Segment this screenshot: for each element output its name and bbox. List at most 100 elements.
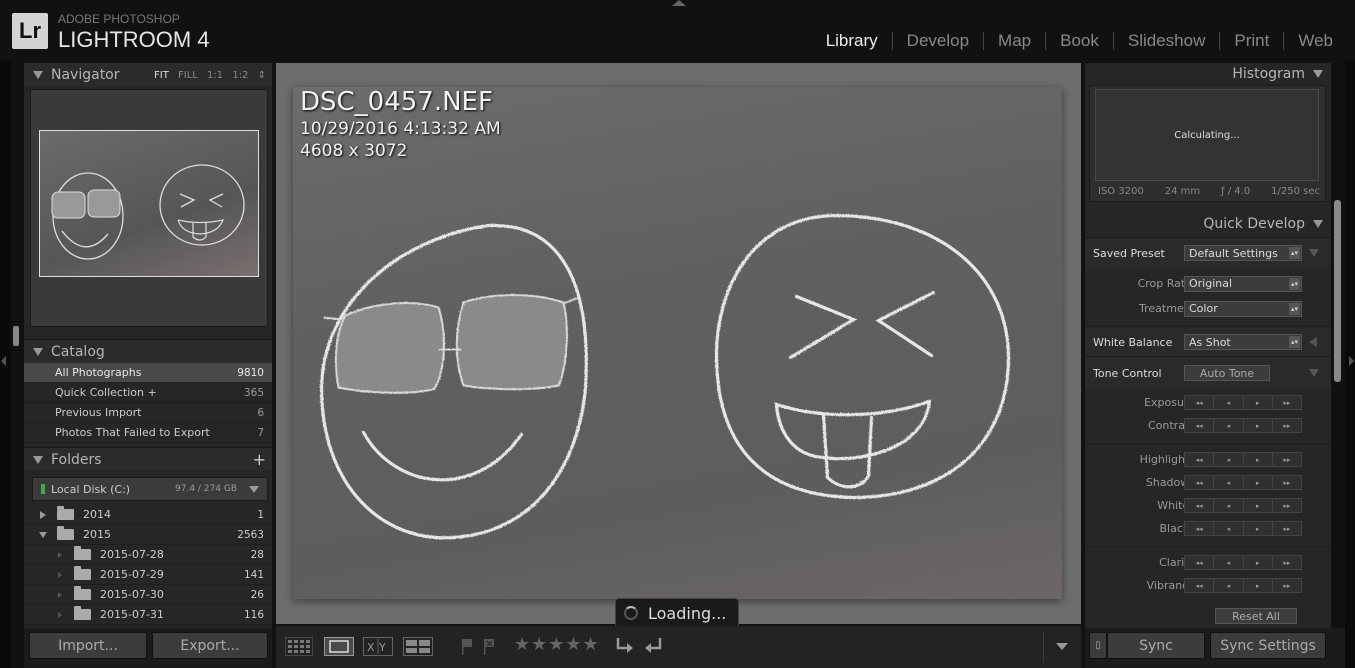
- flag-reject-icon[interactable]: [481, 637, 497, 660]
- zoom-1-1[interactable]: 1:1: [207, 70, 223, 81]
- zoom-fill[interactable]: FILL: [178, 70, 198, 81]
- reset-all-button[interactable]: Reset All: [1215, 608, 1297, 624]
- histogram-header[interactable]: Histogram: [1085, 63, 1331, 85]
- crop-ratio-select[interactable]: Original ▴▾: [1184, 275, 1302, 292]
- decrease-small-icon[interactable]: ◂: [1214, 579, 1244, 592]
- increase-large-icon[interactable]: ▸▸: [1272, 453, 1301, 466]
- export-button[interactable]: Export...: [152, 632, 268, 659]
- increase-small-icon[interactable]: ▸: [1243, 419, 1273, 432]
- disclosure-icon[interactable]: [1309, 337, 1317, 347]
- catalog-item[interactable]: All Photographs 9810: [24, 363, 272, 383]
- decrease-large-icon[interactable]: ◂◂: [1185, 579, 1215, 592]
- loupe-view-icon[interactable]: [324, 637, 354, 660]
- left-scrollbar[interactable]: [13, 326, 19, 346]
- increase-small-icon[interactable]: ▸: [1243, 522, 1273, 535]
- decrease-large-icon[interactable]: ◂◂: [1185, 522, 1215, 535]
- sync-button[interactable]: Sync: [1107, 632, 1205, 659]
- increase-small-icon[interactable]: ▸: [1243, 499, 1273, 512]
- sync-settings-button[interactable]: Sync Settings: [1210, 632, 1326, 659]
- folder-row[interactable]: 2015 2563: [24, 525, 272, 545]
- right-scrollbar[interactable]: [1334, 200, 1341, 382]
- folder-row[interactable]: 2015-07-29 141: [24, 565, 272, 585]
- decrease-small-icon[interactable]: ◂: [1214, 419, 1244, 432]
- decrease-large-icon[interactable]: ◂◂: [1185, 476, 1215, 489]
- decrease-large-icon[interactable]: ◂◂: [1185, 556, 1215, 569]
- collapse-icon[interactable]: [33, 71, 43, 79]
- module-print[interactable]: Print: [1219, 32, 1283, 50]
- folders-header[interactable]: Folders +: [24, 447, 272, 471]
- increase-small-icon[interactable]: ▸: [1243, 476, 1273, 489]
- folder-row[interactable]: 2014 1: [24, 505, 272, 525]
- disclosure-icon[interactable]: [1309, 249, 1319, 257]
- saved-preset-select[interactable]: Default Settings ▴▾: [1184, 245, 1302, 261]
- folder-row[interactable]: 2015-07-28 28: [24, 545, 272, 565]
- decrease-small-icon[interactable]: ◂: [1214, 499, 1244, 512]
- zoom-fit[interactable]: FIT: [154, 70, 169, 81]
- decrease-large-icon[interactable]: ◂◂: [1185, 453, 1215, 466]
- module-web[interactable]: Web: [1283, 32, 1347, 50]
- decrease-small-icon[interactable]: ◂: [1214, 476, 1244, 489]
- increase-small-icon[interactable]: ▸: [1243, 579, 1273, 592]
- chevron-down-icon[interactable]: [249, 485, 259, 493]
- survey-view-icon[interactable]: [403, 637, 433, 660]
- catalog-item[interactable]: Quick Collection + 365: [24, 383, 272, 403]
- main-photo[interactable]: DSC_0457.NEF 10/29/2016 4:13:32 AM 4608 …: [293, 87, 1062, 599]
- add-folder-icon[interactable]: +: [253, 450, 266, 469]
- increase-large-icon[interactable]: ▸▸: [1272, 419, 1301, 432]
- decrease-small-icon[interactable]: ◂: [1214, 396, 1244, 409]
- increase-small-icon[interactable]: ▸: [1243, 396, 1273, 409]
- zoom-1-2[interactable]: 1:2: [232, 70, 248, 81]
- module-library[interactable]: Library: [812, 32, 892, 50]
- increase-large-icon[interactable]: ▸▸: [1272, 476, 1301, 489]
- right-panel-toggle-icon[interactable]: [1349, 356, 1354, 366]
- decrease-large-icon[interactable]: ◂◂: [1185, 396, 1215, 409]
- catalog-item[interactable]: Previous Import 6: [24, 403, 272, 423]
- increase-large-icon[interactable]: ▸▸: [1272, 556, 1301, 569]
- top-panel-toggle[interactable]: [672, 0, 686, 6]
- flag-pick-icon[interactable]: [459, 637, 475, 660]
- decrease-large-icon[interactable]: ◂◂: [1185, 499, 1215, 512]
- increase-large-icon[interactable]: ▸▸: [1272, 396, 1301, 409]
- collapse-icon[interactable]: [39, 531, 47, 538]
- navigator-thumbnail[interactable]: [39, 130, 259, 277]
- module-book[interactable]: Book: [1045, 32, 1113, 50]
- module-map[interactable]: Map: [983, 32, 1045, 50]
- compare-view-icon[interactable]: XY: [363, 637, 393, 660]
- toolbar-menu-chevron-down-icon[interactable]: [1056, 643, 1068, 650]
- volume-bar[interactable]: Local Disk (C:) 97.4 / 274 GB: [32, 477, 268, 501]
- collapse-icon[interactable]: [33, 347, 43, 356]
- disclosure-icon[interactable]: [1309, 369, 1319, 377]
- expand-icon[interactable]: [40, 510, 46, 519]
- module-slideshow[interactable]: Slideshow: [1112, 32, 1220, 50]
- rotate-left-icon[interactable]: [642, 635, 664, 661]
- catalog-header[interactable]: Catalog: [24, 339, 272, 363]
- collapse-icon[interactable]: [1313, 219, 1323, 228]
- quick-develop-header[interactable]: Quick Develop: [1085, 210, 1331, 237]
- rotate-right-icon[interactable]: [614, 635, 636, 661]
- increase-small-icon[interactable]: ▸: [1243, 453, 1273, 466]
- collapse-icon[interactable]: [1313, 70, 1323, 78]
- navigator-header[interactable]: Navigator FIT FILL 1:1 1:2 ⇕: [24, 63, 272, 87]
- module-develop[interactable]: Develop: [891, 32, 983, 50]
- auto-tone-button[interactable]: Auto Tone: [1184, 365, 1270, 381]
- folder-row[interactable]: 2015-07-30 26: [24, 585, 272, 605]
- collapse-icon[interactable]: [33, 455, 43, 464]
- decrease-large-icon[interactable]: ◂◂: [1185, 419, 1215, 432]
- decrease-small-icon[interactable]: ◂: [1214, 522, 1244, 535]
- star-rating[interactable]: ★★★★★: [514, 634, 600, 655]
- treatment-select[interactable]: Color ▴▾: [1184, 300, 1302, 317]
- auto-sync-toggle[interactable]: ▯: [1089, 632, 1107, 659]
- import-button[interactable]: Import...: [29, 632, 147, 659]
- left-panel-toggle-icon[interactable]: [1, 356, 6, 366]
- decrease-small-icon[interactable]: ◂: [1214, 453, 1244, 466]
- folder-row[interactable]: 2015-07-31 116: [24, 605, 272, 625]
- grid-view-icon[interactable]: [284, 636, 314, 660]
- increase-large-icon[interactable]: ▸▸: [1272, 499, 1301, 512]
- decrease-small-icon[interactable]: ◂: [1214, 556, 1244, 569]
- increase-large-icon[interactable]: ▸▸: [1272, 522, 1301, 535]
- increase-small-icon[interactable]: ▸: [1243, 556, 1273, 569]
- increase-large-icon[interactable]: ▸▸: [1272, 579, 1301, 592]
- zoom-more-icon[interactable]: ⇕: [258, 70, 266, 81]
- catalog-item[interactable]: Photos That Failed to Export 7: [24, 423, 272, 443]
- white-balance-select[interactable]: As Shot ▴▾: [1184, 334, 1302, 350]
